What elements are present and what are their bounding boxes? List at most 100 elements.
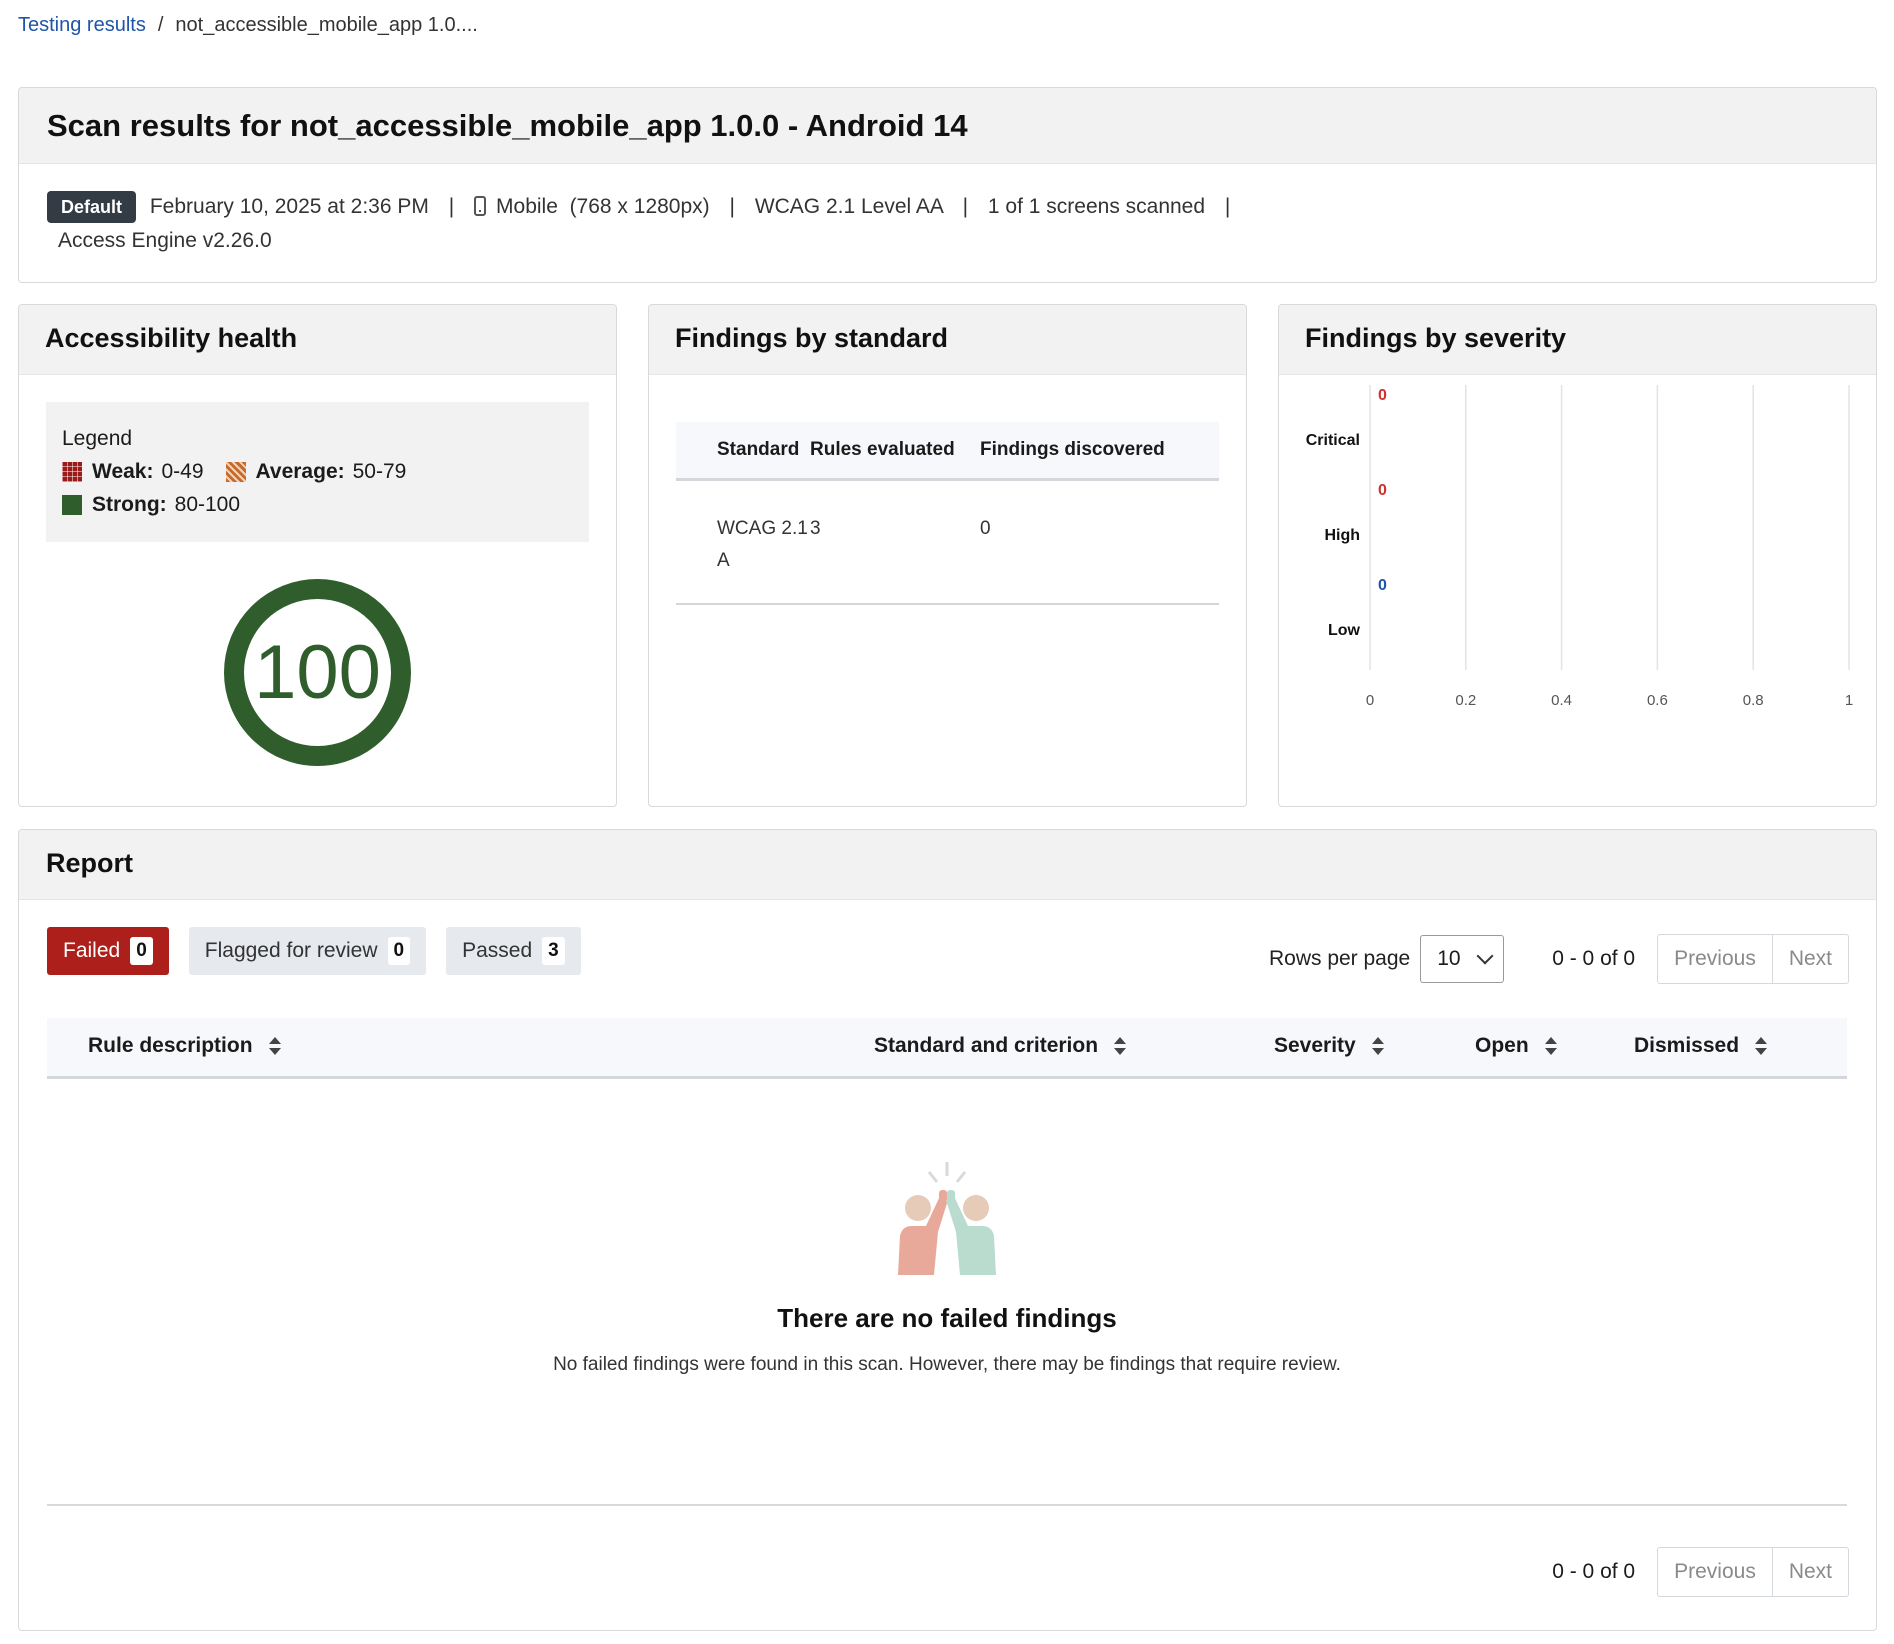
page: Testing results / not_accessible_mobile_… [0,0,1894,1644]
page-title: Scan results for not_accessible_mobile_a… [47,108,968,143]
column-label: Rule description [88,1034,253,1057]
scan-summary-header: Scan results for not_accessible_mobile_a… [19,88,1876,164]
empty-state-text: No failed findings were found in this sc… [553,1354,1341,1375]
column-label: Severity [1274,1034,1356,1057]
pagination-bottom: 0 - 0 of 0 Previous Next [1552,1547,1876,1597]
health-score: 100 [254,630,381,715]
tab-passed[interactable]: Passed 3 [446,927,581,975]
chevron-down-icon [1476,947,1494,965]
y-category-label: Low [1328,622,1361,639]
column-label: Open [1475,1034,1529,1057]
strong-swatch-icon [62,494,82,515]
sort-icon [1114,1037,1127,1055]
empty-state-title: There are no failed findings [777,1303,1117,1333]
report-header: Report [19,830,1876,900]
findings-by-standard-title: Findings by standard [675,323,949,353]
x-tick-label: 0.4 [1551,692,1572,709]
tab-failed[interactable]: Failed 0 [47,927,169,975]
device-resolution: (768 x 1280px) [569,195,710,218]
next-button[interactable]: Next [1771,935,1848,983]
column-header-severity[interactable]: Severity [1274,1034,1384,1058]
next-button[interactable]: Next [1771,1548,1848,1596]
rules-evaluated-cell: 3 [810,479,980,605]
legend-weak-range: 0-49 [161,460,204,483]
y-category-label: Critical [1306,432,1360,449]
legend-row: Weak: 0-49 Average: 50-79 [62,455,573,488]
pager: Previous Next [1657,934,1849,984]
breadcrumb-current: not_accessible_mobile_app 1.0.... [175,14,478,36]
mobile-phone-icon [474,196,487,216]
accessibility-health-header: Accessibility health [19,305,616,375]
pagination-top: Rows per page 10 0 - 0 of 0 Previous Nex… [1269,934,1876,984]
report-table-header: Rule description Standard and criterion … [47,1018,1847,1079]
health-score-ring: 100 [224,579,411,766]
legend-average-label: Average: [255,460,345,483]
standard-table: Standard Rules evaluated Findings discov… [676,422,1219,605]
meta-separator: | [448,195,455,218]
findings-by-standard-card: Findings by standard Standard Rules eval… [648,304,1247,807]
legend-title: Legend [62,427,133,450]
previous-button[interactable]: Previous [1658,1548,1772,1596]
breadcrumb: Testing results / not_accessible_mobile_… [18,14,478,37]
column-header-rule-description[interactable]: Rule description [88,1034,281,1058]
empty-state: There are no failed findings No failed f… [47,1160,1847,1376]
report-tabs: Failed 0 Flagged for review 0 Passed 3 [47,927,581,975]
engine-version: Access Engine v2.26.0 [58,229,272,252]
device-type: Mobile [496,195,558,218]
divider [47,1504,1847,1506]
scan-summary-card: Scan results for not_accessible_mobile_a… [18,87,1877,283]
breadcrumb-separator: / [157,14,164,36]
default-badge: Default [47,191,137,223]
column-header-findings-discovered: Findings discovered [980,422,1219,481]
column-header-dismissed[interactable]: Dismissed [1634,1034,1768,1058]
accessibility-health-card: Accessibility health Legend Weak: 0-49 A… [18,304,617,807]
report-card: Report Failed 0 Flagged for review 0 Pas… [18,829,1877,1631]
wcag-level: WCAG 2.1 Level AA [754,195,943,218]
legend-weak-label: Weak: [92,460,154,483]
breadcrumb-link-testing-results[interactable]: Testing results [18,14,146,37]
x-tick-label: 0.6 [1647,692,1668,709]
tab-count: 3 [542,937,565,965]
scan-meta: Default February 10, 2025 at 2:36 PM | M… [19,190,1876,258]
standard-cell: WCAG 2.1 A [676,479,810,605]
tab-flagged-for-review[interactable]: Flagged for review 0 [188,927,427,975]
pagination-range: 0 - 0 of 0 [1552,947,1636,970]
rows-per-page-value: 10 [1437,947,1461,970]
column-header-open[interactable]: Open [1475,1034,1557,1058]
accessibility-health-title: Accessibility health [45,323,298,353]
column-label: Dismissed [1634,1034,1740,1057]
x-tick-label: 1 [1845,692,1853,709]
table-row: WCAG 2.1 A 3 0 [676,479,1219,605]
findings-discovered-cell: 0 [980,479,1219,605]
x-tick-label: 0.8 [1743,692,1764,709]
findings-by-standard-header: Findings by standard [649,305,1246,375]
screens-scanned: 1 of 1 screens scanned [987,195,1206,218]
legend-strong-range: 80-100 [174,493,241,516]
findings-by-severity-card: Findings by severity 0 0.2 0.4 0.6 0.8 1 Criti… [1278,304,1877,807]
findings-by-severity-header: Findings by severity [1279,305,1876,375]
meta-separator: | [1224,195,1231,218]
tab-count: 0 [387,937,411,965]
tab-label: Failed [63,939,121,962]
rows-per-page-select[interactable]: 10 [1420,935,1505,983]
pagination-range: 0 - 0 of 0 [1552,1560,1636,1583]
meta-separator: | [729,195,735,218]
bar-value-label: 0 [1378,387,1387,404]
previous-button[interactable]: Previous [1658,935,1772,983]
y-category-label: High [1324,527,1360,544]
report-title: Report [46,848,133,878]
severity-bar-chart: 0 0.2 0.4 0.6 0.8 1 Critical 0 High 0 Low 0 [1306,385,1853,709]
sort-icon [1544,1037,1557,1055]
column-header-standard: Standard [676,422,810,481]
legend-row: Strong: 80-100 [62,488,573,521]
bar-value-label: 0 [1378,577,1387,594]
column-header-standard-and-criterion[interactable]: Standard and criterion [874,1034,1127,1058]
legend-strong-label: Strong: [92,493,167,516]
x-tick-label: 0.2 [1455,692,1476,709]
x-tick-label: 0 [1366,692,1374,709]
column-label: Standard and criterion [874,1034,1099,1057]
weak-swatch-icon [62,461,82,482]
sort-icon [1371,1037,1384,1055]
average-swatch-icon [225,461,246,482]
pager: Previous Next [1657,1547,1849,1597]
